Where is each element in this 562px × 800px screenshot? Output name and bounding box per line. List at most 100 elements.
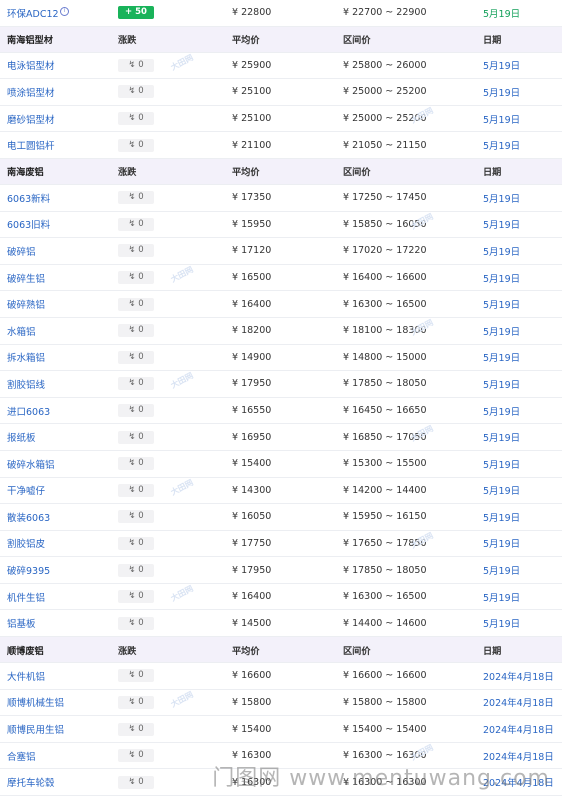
price-date: 5月19日: [483, 246, 521, 258]
table-row[interactable]: 散装6063 ↯ 0 ¥ 16050 ¥ 15950 ~ 16150 5月19日: [0, 504, 562, 531]
column-header-range: 区间价: [343, 645, 371, 657]
product-link[interactable]: 6063新料: [7, 191, 50, 205]
table-row[interactable]: 破碎铝 ↯ 0 ¥ 17120 ¥ 17020 ~ 17220 5月19日: [0, 238, 562, 265]
product-link[interactable]: 铝基板: [7, 616, 36, 630]
product-link[interactable]: 破碎9395: [7, 563, 50, 577]
table-row[interactable]: 干净嘘仔 ↯ 0 ¥ 14300 ¥ 14200 ~ 14400 5月19日 大田网: [0, 477, 562, 505]
price-date: 5月19日: [483, 300, 521, 312]
price-range: ¥ 15400 ~ 15400: [343, 723, 427, 735]
product-link[interactable]: 破碎熟铝: [7, 297, 45, 311]
section-title: 南海铝型材: [7, 35, 53, 47]
product-link[interactable]: 割胶铝皮: [7, 536, 45, 550]
average-price: ¥ 16950: [232, 431, 272, 443]
price-date: 5月19日: [483, 486, 521, 498]
product-link[interactable]: 6063旧料: [7, 217, 50, 231]
price-range: ¥ 25000 ~ 25200: [343, 86, 427, 98]
price-range: ¥ 16300 ~ 16500: [343, 298, 427, 310]
product-link[interactable]: 进口6063: [7, 404, 50, 418]
section-header-row: 南海铝型材 涨跌 平均价 区间价 日期: [0, 26, 562, 53]
price-range: ¥ 25000 ~ 25200: [343, 113, 427, 125]
product-link[interactable]: 电泳铝型材: [7, 58, 55, 72]
change-badge-flat: ↯ 0: [118, 616, 154, 630]
price-range: ¥ 14400 ~ 14600: [343, 617, 427, 629]
change-cell: ↯ 0: [118, 138, 154, 152]
price-date: 5月19日: [483, 8, 521, 20]
product-link[interactable]: 散装6063: [7, 510, 50, 524]
table-row[interactable]: 环保ADC12 i + 50 ¥ 22800 ¥ 22700 ~ 22900 5月19日: [0, 0, 562, 27]
table-row[interactable]: 破碎水箱铝 ↯ 0 ¥ 15400 ¥ 15300 ~ 15500 5月19日: [0, 451, 562, 478]
average-price: ¥ 17950: [232, 378, 272, 390]
product-link[interactable]: 大件机铝: [7, 669, 45, 683]
change-badge-flat: ↯ 0: [118, 324, 154, 338]
product-link[interactable]: 破碎铝: [7, 244, 36, 258]
product-link[interactable]: 拆水箱铝: [7, 350, 45, 364]
table-row[interactable]: 顺博机械生铝 ↯ 0 ¥ 15800 ¥ 15800 ~ 15800 2024年4月18…: [0, 690, 562, 717]
price-date: 5月19日: [483, 141, 521, 153]
product-link[interactable]: 磨砂铝型材: [7, 112, 55, 126]
average-price: ¥ 16400: [232, 591, 272, 603]
average-price: ¥ 14300: [232, 484, 272, 496]
table-row[interactable]: 割胶铝皮 ↯ 0 ¥ 17750 ¥ 17650 ~ 17850 5月19日 大田网: [0, 531, 562, 558]
column-header-date: 日期: [483, 645, 502, 657]
column-header-change: 涨跌: [118, 645, 137, 657]
table-row[interactable]: 破碎生铝 ↯ 0 ¥ 16500 ¥ 16400 ~ 16600 5月19日 大田网: [0, 265, 562, 292]
price-range: ¥ 16600 ~ 16600: [343, 670, 427, 682]
average-price: ¥ 25100: [232, 86, 272, 98]
product-link[interactable]: 破碎生铝: [7, 271, 45, 285]
table-row[interactable]: 水箱铝 ↯ 0 ¥ 18200 ¥ 18100 ~ 18300 5月19日 大田网: [0, 318, 562, 345]
average-price: ¥ 16400: [232, 298, 272, 310]
change-badge-flat: ↯ 0: [118, 590, 154, 604]
table-row[interactable]: 大件机铝 ↯ 0 ¥ 16600 ¥ 16600 ~ 16600 2024年4月18日: [0, 663, 562, 690]
product-link[interactable]: 报纸板: [7, 430, 36, 444]
change-badge-flat: ↯ 0: [118, 217, 154, 231]
average-price: ¥ 16550: [232, 405, 272, 417]
table-row[interactable]: 顺博民用生铝 ↯ 0 ¥ 15400 ¥ 15400 ~ 15400 2024年4月18…: [0, 716, 562, 743]
table-row[interactable]: 6063旧料 ↯ 0 ¥ 15950 ¥ 15850 ~ 16050 5月19日 大田网: [0, 211, 562, 239]
price-date: 5月19日: [483, 87, 521, 99]
table-row[interactable]: 6063新料 ↯ 0 ¥ 17350 ¥ 17250 ~ 17450 5月19日: [0, 185, 562, 212]
change-badge-flat: ↯ 0: [118, 271, 154, 285]
column-header-range: 区间价: [343, 35, 371, 47]
product-link[interactable]: 水箱铝: [7, 324, 36, 338]
product-link[interactable]: 顺博机械生铝: [7, 695, 64, 709]
change-badge-flat: ↯ 0: [118, 722, 154, 736]
product-link[interactable]: 机件生铝: [7, 590, 45, 604]
table-row[interactable]: 喷涂铝型材 ↯ 0 ¥ 25100 ¥ 25000 ~ 25200 5月19日: [0, 79, 562, 106]
table-row[interactable]: 机件生铝 ↯ 0 ¥ 16400 ¥ 16300 ~ 16500 5月19日 大田网: [0, 584, 562, 611]
product-link[interactable]: 喷涂铝型材: [7, 85, 55, 99]
table-row[interactable]: 割胶铝线 ↯ 0 ¥ 17950 ¥ 17850 ~ 18050 5月19日 大田网: [0, 371, 562, 398]
row-watermark: 大田网: [169, 583, 195, 603]
table-row[interactable]: 铝基板 ↯ 0 ¥ 14500 ¥ 14400 ~ 14600 5月19日: [0, 610, 562, 638]
product-link[interactable]: 破碎水箱铝: [7, 457, 55, 471]
change-cell: ↯ 0: [118, 536, 154, 550]
table-row[interactable]: 破碎9395 ↯ 0 ¥ 17950 ¥ 17850 ~ 18050 5月19日: [0, 557, 562, 584]
product-link[interactable]: 合塞铝: [7, 749, 36, 763]
change-cell: ↯ 0: [118, 483, 154, 497]
price-date: 5月19日: [483, 566, 521, 578]
change-cell: ↯ 0: [118, 377, 154, 391]
table-row[interactable]: 电工圆铝杆 ↯ 0 ¥ 21100 ¥ 21050 ~ 21150 5月19日: [0, 132, 562, 159]
product-link[interactable]: 顺博民用生铝: [7, 722, 64, 736]
price-date: 5月19日: [483, 433, 521, 445]
table-row[interactable]: 电泳铝型材 ↯ 0 ¥ 25900 ¥ 25800 ~ 26000 5月19日 大田网: [0, 52, 562, 80]
table-row[interactable]: 磨砂铝型材 ↯ 0 ¥ 25100 ¥ 25000 ~ 25200 5月19日 大田网: [0, 106, 562, 133]
column-header-average: 平均价: [232, 167, 260, 179]
product-link[interactable]: 割胶铝线: [7, 377, 45, 391]
table-row[interactable]: 报纸板 ↯ 0 ¥ 16950 ¥ 16850 ~ 17050 5月19日 大田网: [0, 424, 562, 451]
table-row[interactable]: 破碎熟铝 ↯ 0 ¥ 16400 ¥ 16300 ~ 16500 5月19日: [0, 291, 562, 318]
average-price: ¥ 17750: [232, 537, 272, 549]
product-link[interactable]: 电工圆铝杆: [7, 138, 55, 152]
price-range: ¥ 17650 ~ 17850: [343, 537, 427, 549]
price-date: 2024年4月18日: [483, 725, 554, 737]
column-header-date: 日期: [483, 35, 502, 47]
product-link[interactable]: 干净嘘仔: [7, 483, 45, 497]
table-row[interactable]: 进口6063 ↯ 0 ¥ 16550 ¥ 16450 ~ 16650 5月19日: [0, 398, 562, 425]
change-cell: ↯ 0: [118, 430, 154, 444]
price-range: ¥ 16300 ~ 16500: [343, 591, 427, 603]
price-table: 环保ADC12 i + 50 ¥ 22800 ¥ 22700 ~ 22900 5月19日南…: [0, 0, 562, 797]
table-row[interactable]: 拆水箱铝 ↯ 0 ¥ 14900 ¥ 14800 ~ 15000 5月19日: [0, 345, 562, 372]
change-badge-flat: ↯ 0: [118, 563, 154, 577]
product-link[interactable]: 摩托车轮毂: [7, 775, 55, 789]
product-link[interactable]: 环保ADC12: [7, 6, 59, 20]
average-price: ¥ 15400: [232, 723, 272, 735]
